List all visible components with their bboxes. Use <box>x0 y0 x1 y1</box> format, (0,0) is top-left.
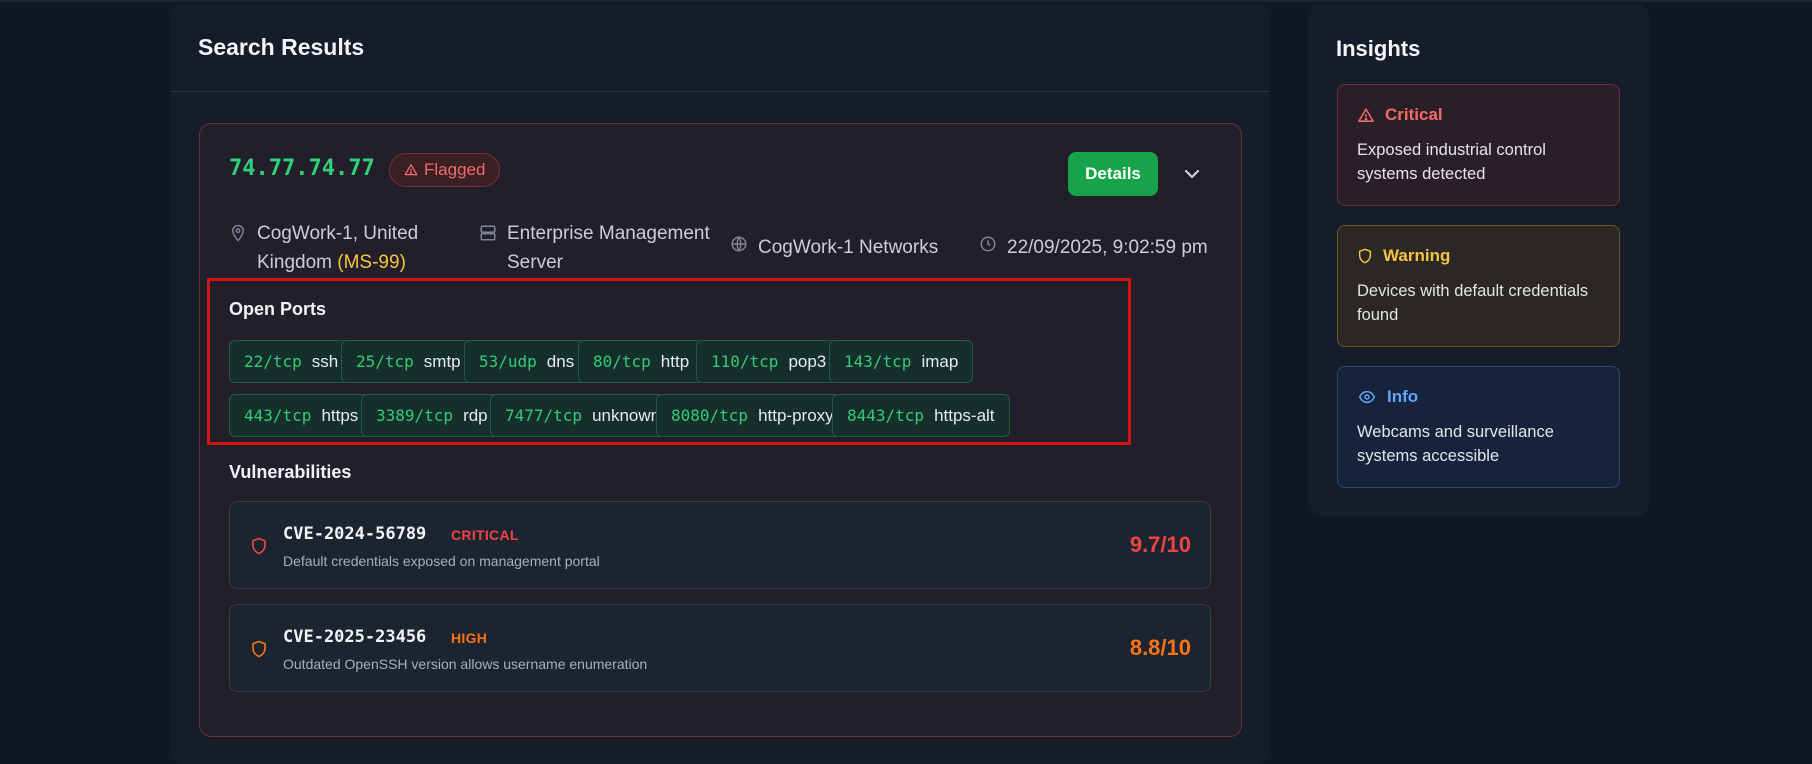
insight-level: Critical <box>1385 105 1443 124</box>
port-number: 110/tcp <box>711 352 779 371</box>
port-number: 8080/tcp <box>671 406 749 425</box>
port-number: 25/tcp <box>356 352 414 371</box>
vulnerability-row[interactable]: CVE-2024-56789 CRITICAL Default credenti… <box>229 501 1211 589</box>
insights-panel: Insights Critical Exposed industrial con… <box>1308 4 1649 516</box>
severity-badge: HIGH <box>451 630 488 646</box>
location-line-1: CogWork-1, United <box>257 223 419 244</box>
port-service: http-proxy <box>758 405 834 425</box>
port-service: dns <box>546 351 575 371</box>
device-type-line-1: Enterprise Management <box>507 223 710 244</box>
device-type-meta: Enterprise Management Server <box>479 219 710 277</box>
globe-icon <box>731 236 747 252</box>
region-code: (MS-99) <box>337 252 406 273</box>
cvss-score: 8.8/10 <box>1129 635 1191 660</box>
port-number: 143/tcp <box>844 352 912 371</box>
port-service: unknown <box>592 405 661 425</box>
host-ip[interactable]: 74.77.74.77 <box>229 156 375 181</box>
port-number: 8443/tcp <box>847 406 925 425</box>
port-number: 3389/tcp <box>376 406 454 425</box>
port-tag[interactable]: 22/tcp ssh <box>229 340 354 383</box>
organization: CogWork-1 Networks <box>758 237 939 258</box>
port-tag[interactable]: 110/tcp pop3 <box>696 340 842 383</box>
vulnerabilities-title: Vulnerabilities <box>229 462 352 482</box>
search-results-panel: Search Results 74.77.74.77 Flagged Detai… <box>170 4 1270 764</box>
open-ports-title: Open Ports <box>229 299 327 319</box>
port-service: https-alt <box>934 405 995 425</box>
org-meta: CogWork-1 Networks <box>730 233 938 262</box>
port-service: https <box>321 405 359 425</box>
cve-id: CVE-2024-56789 <box>283 524 427 544</box>
shield-icon <box>1358 248 1372 264</box>
port-tag[interactable]: 7477/tcp unknown <box>490 394 676 437</box>
clock-icon <box>980 236 996 252</box>
port-tag[interactable]: 25/tcp smtp <box>341 340 476 383</box>
insight-info-card[interactable]: Info Webcams and surveillance systems ac… <box>1337 366 1620 488</box>
port-tag[interactable]: 53/udp dns <box>464 340 590 383</box>
insight-critical-card[interactable]: Critical Exposed industrial control syst… <box>1337 84 1620 206</box>
warning-triangle-icon <box>1358 107 1374 122</box>
shield-icon <box>252 640 266 658</box>
port-service: imap <box>921 351 959 371</box>
eye-icon <box>1358 390 1376 404</box>
port-service: pop3 <box>788 351 827 371</box>
device-type-line-2: Server <box>507 252 563 273</box>
port-service: rdp <box>463 405 488 425</box>
insight-text-line-2: systems detected <box>1357 165 1486 183</box>
cve-id: CVE-2025-23456 <box>283 627 427 647</box>
insight-text-line-2: found <box>1357 306 1399 324</box>
details-button[interactable]: Details <box>1068 152 1158 196</box>
insight-text-line-1: Webcams and surveillance <box>1357 423 1554 441</box>
location-meta: CogWork-1, United Kingdom (MS-99) <box>229 219 418 277</box>
vulnerability-description: Default credentials exposed on managemen… <box>283 553 600 569</box>
location-line-2: Kingdom <box>257 252 332 273</box>
page-title: Search Results <box>198 34 365 60</box>
insights-title: Insights <box>1336 36 1421 61</box>
top-divider <box>0 0 1812 2</box>
port-number: 443/tcp <box>244 406 312 425</box>
vulnerability-description: Outdated OpenSSH version allows username… <box>283 656 648 672</box>
port-tag[interactable]: 8443/tcp https-alt <box>832 394 1010 437</box>
port-tag[interactable]: 443/tcp https <box>229 394 374 437</box>
host-result-card: 74.77.74.77 Flagged Details CogWork-1, U… <box>199 123 1242 737</box>
flagged-badge: Flagged <box>389 153 501 187</box>
insight-text-line-1: Exposed industrial control <box>1357 141 1546 159</box>
shield-icon <box>252 537 266 555</box>
vulnerability-row[interactable]: CVE-2025-23456 HIGH Outdated OpenSSH ver… <box>229 604 1211 692</box>
insight-text-line-2: systems accessible <box>1357 447 1500 465</box>
port-tag[interactable]: 143/tcp imap <box>829 340 974 383</box>
panel-header: Search Results <box>170 4 1270 92</box>
port-number: 80/tcp <box>593 352 651 371</box>
warning-triangle-icon <box>404 164 418 176</box>
insight-warning-card[interactable]: Warning Devices with default credentials… <box>1337 225 1620 347</box>
port-tag[interactable]: 3389/tcp rdp <box>361 394 503 437</box>
insight-level: Warning <box>1383 246 1451 265</box>
port-service: smtp <box>423 351 461 371</box>
insight-text-line-1: Devices with default credentials <box>1357 282 1589 300</box>
chevron-down-icon[interactable] <box>1180 162 1204 186</box>
port-number: 22/tcp <box>244 352 302 371</box>
port-service: http <box>660 351 690 371</box>
flagged-label: Flagged <box>424 160 486 179</box>
port-tag[interactable]: 80/tcp http <box>578 340 705 383</box>
server-icon <box>480 225 496 241</box>
port-number: 7477/tcp <box>505 406 583 425</box>
severity-badge: CRITICAL <box>451 527 519 543</box>
map-pin-icon <box>231 224 245 242</box>
insight-level: Info <box>1387 387 1419 406</box>
port-tag[interactable]: 8080/tcp http-proxy <box>656 394 849 437</box>
cvss-score: 9.7/10 <box>1129 532 1191 557</box>
port-service: ssh <box>311 351 339 371</box>
last-seen-timestamp: 22/09/2025, 9:02:59 pm <box>1007 237 1208 258</box>
port-number: 53/udp <box>479 352 537 371</box>
timestamp-meta: 22/09/2025, 9:02:59 pm <box>979 233 1208 262</box>
